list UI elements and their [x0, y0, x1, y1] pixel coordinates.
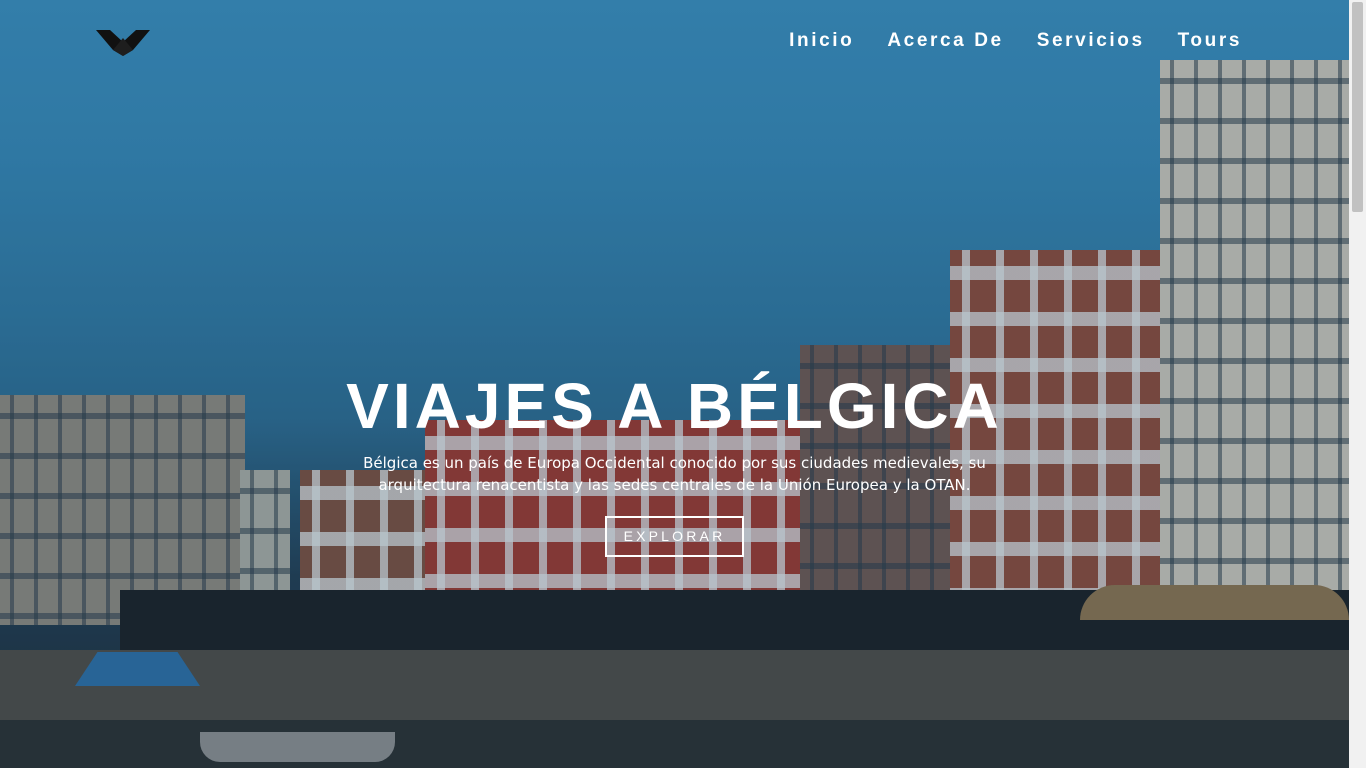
- hero-title: VIAJES A BÉLGICA: [346, 370, 1003, 442]
- page-scrollbar[interactable]: [1349, 0, 1366, 768]
- hero-description: Bélgica es un país de Europa Occidental …: [363, 454, 986, 494]
- nav-item-tours[interactable]: Tours: [1178, 30, 1242, 52]
- nav-item-inicio[interactable]: Inicio: [789, 30, 854, 52]
- nav-item-acerca-de[interactable]: Acerca De: [887, 30, 1003, 52]
- nav-item-servicios[interactable]: Servicios: [1037, 30, 1145, 52]
- main-nav: Inicio Acerca De Servicios Tours: [789, 30, 1242, 52]
- mountain-logo-icon[interactable]: [96, 28, 150, 56]
- hero-content: VIAJES A BÉLGICA Bélgica es un país de E…: [0, 368, 1349, 557]
- explore-button[interactable]: EXPLORAR: [604, 516, 745, 557]
- scrollbar-thumb[interactable]: [1352, 2, 1363, 212]
